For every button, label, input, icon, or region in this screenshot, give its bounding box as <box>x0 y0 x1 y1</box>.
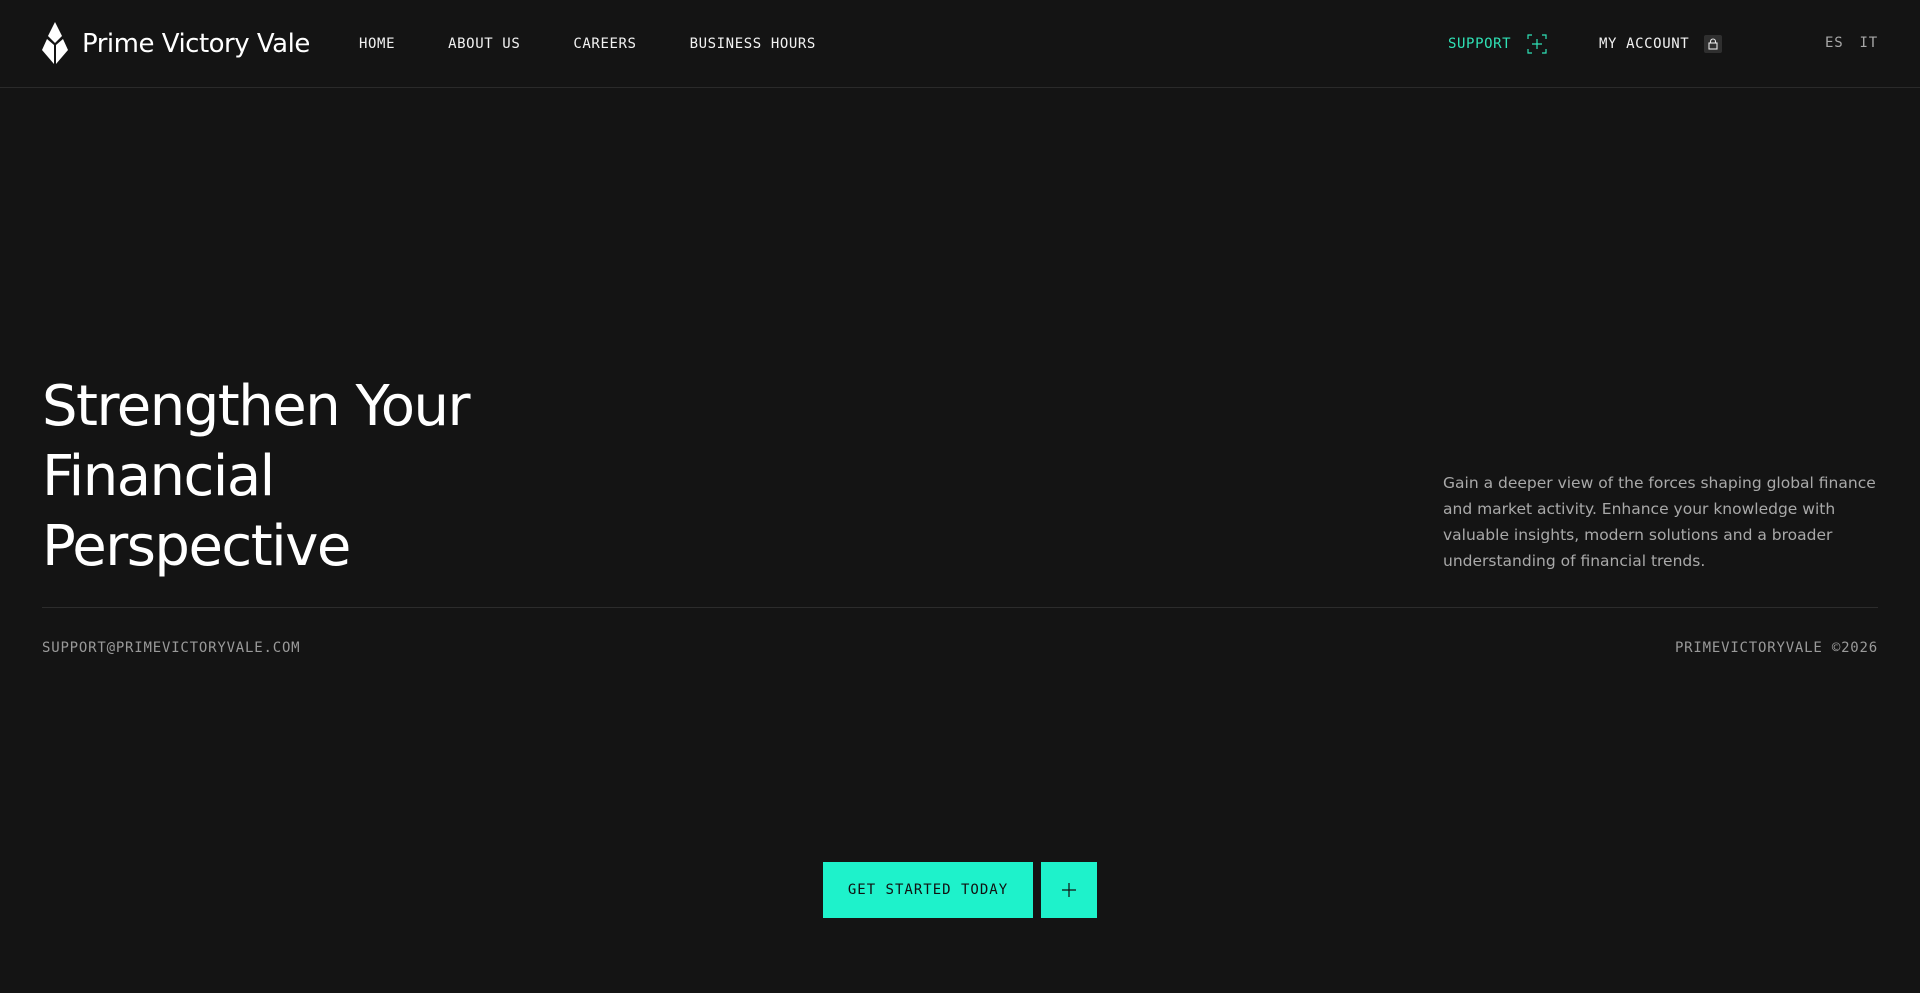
main-nav: HOME ABOUT US CAREERS BUSINESS HOURS <box>359 33 816 55</box>
lock-icon <box>1704 35 1723 53</box>
diamond-flame-logo-icon <box>42 22 68 64</box>
plus-square-icon <box>1527 34 1547 54</box>
cta-plus-button[interactable] <box>1041 862 1097 918</box>
support-link[interactable]: SUPPORT <box>1448 32 1547 56</box>
support-label: SUPPORT <box>1448 36 1512 52</box>
hero-title-line: Financial <box>42 444 275 509</box>
my-account-link[interactable]: MY ACCOUNT <box>1599 32 1723 56</box>
brand-name: Prime Victory Vale <box>82 29 310 59</box>
copyright-text: PRIMEVICTORYVALE ©2026 <box>1674 640 1878 656</box>
my-account-label: MY ACCOUNT <box>1599 36 1690 52</box>
hero-description: Gain a deeper view of the forces shaping… <box>1443 474 1876 570</box>
support-email[interactable]: SUPPORT@PRIMEVICTORYVALE.COM <box>42 637 300 659</box>
hero-title-line: Perspective <box>42 514 351 579</box>
brand-logo[interactable]: Prime Victory Vale <box>42 22 310 66</box>
hero-title-line: Strengthen Your <box>42 374 471 439</box>
nav-item-about-us[interactable]: ABOUT US <box>448 33 520 55</box>
language-switcher: ES IT <box>1825 32 1878 54</box>
hero-title: Strengthen Your Financial Perspective <box>42 372 642 582</box>
language-it[interactable]: IT <box>1859 32 1877 54</box>
language-es[interactable]: ES <box>1825 32 1843 54</box>
nav-item-business-hours[interactable]: BUSINESS HOURS <box>690 33 816 55</box>
get-started-button[interactable]: GET STARTED TODAY <box>823 862 1033 918</box>
nav-item-careers[interactable]: CAREERS <box>573 33 636 55</box>
cta-group: GET STARTED TODAY <box>823 862 1097 918</box>
nav-item-home[interactable]: HOME <box>359 33 395 55</box>
site-header: Prime Victory Vale HOME ABOUT US CAREERS… <box>0 0 1920 88</box>
section-divider <box>42 607 1878 608</box>
plus-icon <box>1062 883 1076 897</box>
